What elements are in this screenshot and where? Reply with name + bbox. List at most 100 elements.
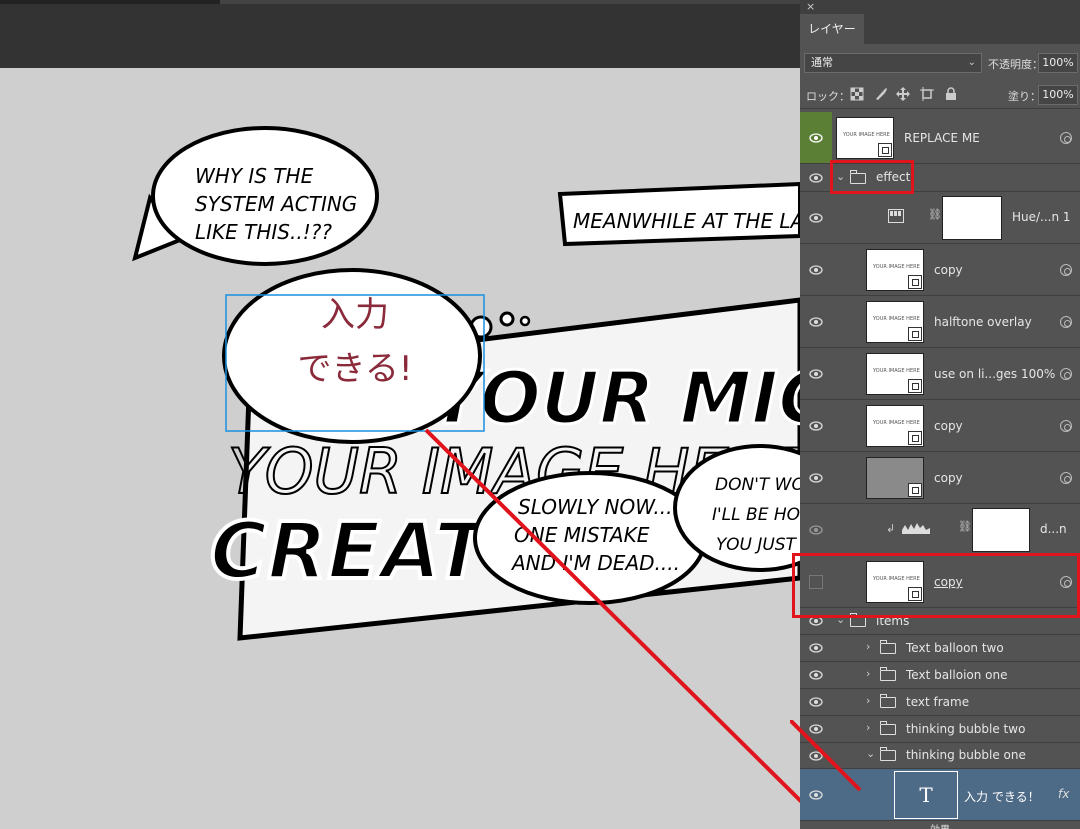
slowly-line3: AND I'M DEAD.... [510,551,680,575]
layer-name: copy [934,471,963,485]
layer-name: text frame [906,695,970,709]
layer-name: thinking bubble one [906,748,1026,762]
highlight-effect-group [830,160,914,194]
thought-dot-3 [519,315,531,327]
meanwhile-caption: MEANWHILE AT THE LA [573,209,800,233]
japanese-line1: 入力 [321,295,389,335]
annotation-arrow-tail [790,720,862,792]
folder-icon [879,721,896,735]
japanese-line2: できる! [298,349,413,389]
link-icon [1060,420,1072,432]
layer-thumbnail: YOUR IMAGE HERE [836,117,894,159]
levels-histogram-icon [902,523,930,534]
layer-group-text-balloon-two[interactable]: › Text balloon two [800,635,1080,662]
bubble1-line1: WHY IS THE [195,164,314,188]
layers-panel: × レイヤー 通常 ⌄ 不透明度： 100% ロック： 塗り： 100% YOU… [792,0,1080,829]
layer-dn[interactable]: ↲ ⛓ d...n [800,504,1080,556]
visibility-eye-icon[interactable] [800,400,832,451]
smart-object-icon [908,327,922,341]
visibility-eye-icon[interactable] [800,504,832,555]
visibility-eye-icon[interactable] [800,192,832,243]
link-icon [1060,368,1072,380]
headline-top: YOUR MIC SCEN [430,356,800,440]
lock-artboard-icon[interactable] [920,87,934,101]
layer-replace-me[interactable]: YOUR IMAGE HERE REPLACE ME [800,112,1080,164]
lock-label: ロック： [806,90,850,103]
visibility-eye-icon[interactable] [800,112,832,163]
dont-line1: DON'T WOR [715,475,800,495]
fill-input[interactable]: 100% [1038,85,1078,105]
close-icon[interactable]: × [806,0,815,14]
layer-group-text-balloon-one[interactable]: › Text balloion one [800,662,1080,689]
effects-label: 効果 [930,821,950,829]
chain-link-icon[interactable]: ⛓ [958,520,972,533]
effects-row: 効果 [800,821,1080,829]
layer-name: copy [934,263,963,277]
link-icon [1060,316,1072,328]
smart-object-icon [908,379,922,393]
layer-halftone-overlay[interactable]: YOUR IMAGE HERE halftone overlay [800,296,1080,348]
blend-mode-value: 通常 [811,56,833,69]
blend-mode-select[interactable]: 通常 ⌄ [804,53,982,73]
visibility-eye-icon[interactable] [800,689,832,715]
lock-all-icon[interactable] [944,87,958,101]
fill-label: 塗り： [1008,90,1041,103]
comic-artwork: WHY IS THE SYSTEM ACTING LIKE THIS..!?? … [132,126,800,804]
layer-name: use on li...ges 100% [934,367,1056,381]
visibility-eye-icon[interactable] [800,244,832,295]
smart-object-icon [878,143,892,157]
thought-dot-2 [499,311,515,327]
visibility-eye-icon[interactable] [800,635,832,661]
thumbnail-text: YOUR IMAGE HERE [873,368,920,374]
layer-name: copy [934,419,963,433]
tab-layers[interactable]: レイヤー [800,14,864,44]
visibility-eye-icon[interactable] [800,296,832,347]
visibility-eye-icon[interactable] [800,452,832,503]
layer-thumbnail: YOUR IMAGE HERE [866,405,924,447]
lock-transparent-icon[interactable] [850,87,864,101]
chain-link-icon[interactable]: ⛓ [928,208,942,221]
layer-hue-saturation[interactable]: ⛓ Hue/...n 1 [800,192,1080,244]
fx-icon[interactable]: fx [1058,787,1069,801]
dont-line2: I'LL BE HOM [712,505,800,525]
blend-opacity-row: 通常 ⌄ 不透明度： 100% [800,50,1080,76]
smart-object-icon [908,275,922,289]
layer-thumbnail: YOUR IMAGE HERE [866,353,924,395]
link-icon [1060,264,1072,276]
folder-icon [879,667,896,681]
chevron-right-icon[interactable]: › [866,667,870,680]
layer-name: thinking bubble two [906,722,1026,736]
bubble1-line3: LIKE THIS..!?? [195,220,332,244]
clipping-arrow-icon: ↲ [886,522,896,535]
canvas-area: WHY IS THE SYSTEM ACTING LIKE THIS..!?? … [0,0,800,829]
layer-thumbnail: YOUR IMAGE HERE [866,301,924,343]
folder-icon [879,640,896,654]
layer-name: Text balloion one [906,668,1008,682]
opacity-input[interactable]: 100% [1038,53,1078,73]
visibility-eye-icon[interactable] [800,348,832,399]
visibility-eye-icon[interactable] [800,164,832,191]
dont-line3: YOU JUST T [716,535,800,555]
lock-row: ロック： 塗り： 100% [800,82,1080,109]
chevron-right-icon[interactable]: › [866,694,870,707]
layer-name: Text balloon two [906,641,1004,655]
lock-position-move-icon[interactable] [896,87,910,101]
canvas-options-bar [0,0,800,68]
layer-thumbnail: YOUR IMAGE HERE [866,249,924,291]
layer-thumbnail [866,457,924,499]
bubble1-line2: SYSTEM ACTING [195,192,357,216]
layer-name: d...n [1040,522,1067,536]
layer-copy-1[interactable]: YOUR IMAGE HERE copy [800,244,1080,296]
adjustment-layer-icon [888,209,904,223]
panel-tab-bar: レイヤー [800,14,1080,44]
visibility-eye-icon[interactable] [800,662,832,688]
mask-thumbnail [972,508,1030,552]
lock-pixels-brush-icon[interactable] [874,87,888,101]
chevron-right-icon[interactable]: › [866,640,870,653]
layer-group-text-frame[interactable]: › text frame [800,689,1080,716]
layer-name: 入力 できる！ [964,790,1040,804]
layer-use-on[interactable]: YOUR IMAGE HERE use on li...ges 100% [800,348,1080,400]
layer-copy-2[interactable]: YOUR IMAGE HERE copy [800,400,1080,452]
document-canvas[interactable]: WHY IS THE SYSTEM ACTING LIKE THIS..!?? … [0,68,800,829]
layer-copy-3[interactable]: copy [800,452,1080,504]
